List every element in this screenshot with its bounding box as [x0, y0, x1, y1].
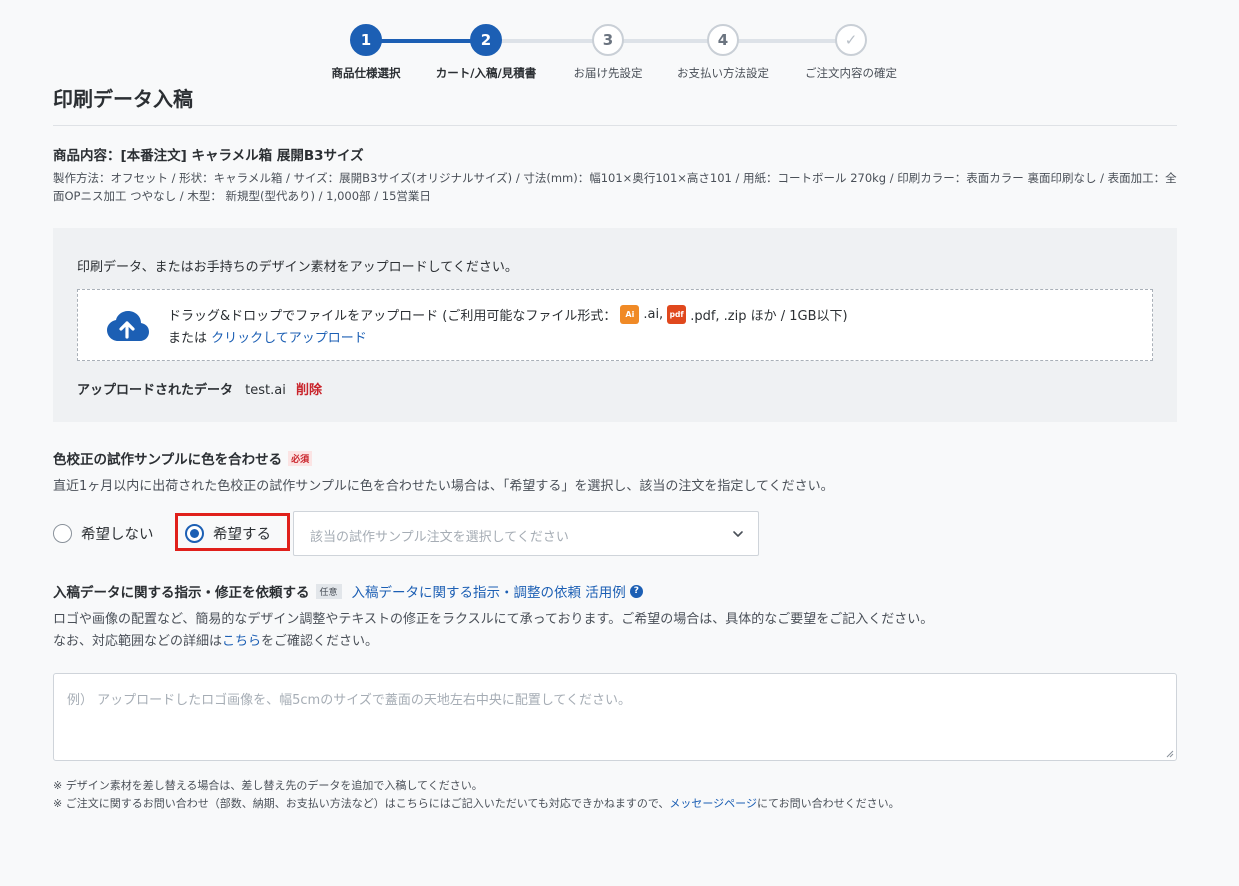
upload-panel: 印刷データ、またはお手持ちのデザイン素材をアップロードしてください。 ドラッグ&… [53, 228, 1177, 422]
textarea-placeholder: 例） アップロードしたロゴ画像を、幅5cmのサイズで蓋面の天地左右中央に配置して… [67, 693, 632, 708]
color-match-title-text: 色校正の試作サンプルに色を合わせる [53, 452, 283, 468]
dropzone-text: ドラッグ&ドロップでファイルをアップロード (ご利用可能なファイル形式： Ai … [168, 305, 848, 324]
step-number: 3 [592, 24, 624, 56]
uploaded-label: アップロードされたデータ [77, 383, 234, 398]
progress-stepper: 1 商品仕様選択 2 カート/入稿/見積書 3 お届け先設定 4 お支払い方法設… [0, 0, 1239, 90]
step-number: 4 [707, 24, 739, 56]
instructions-title-text: 入稿データに関する指示・修正を依頼する [53, 585, 310, 601]
file-dropzone[interactable]: ドラッグ&ドロップでファイルをアップロード (ご利用可能なファイル形式： Ai … [77, 289, 1153, 361]
details-link[interactable]: こちら [222, 634, 261, 649]
uploaded-file-row: アップロードされたデータ test.ai 削除 [77, 379, 322, 398]
step-1[interactable]: 1 商品仕様選択 [296, 24, 436, 81]
check-icon: ✓ [835, 24, 867, 56]
or-text: または [168, 331, 208, 346]
step-4: 4 お支払い方法設定 [653, 24, 793, 81]
instructions-title: 入稿データに関する指示・修正を依頼する 任意 入稿データに関する指示・調整の依頼… [53, 581, 643, 601]
resize-handle-icon[interactable] [1166, 750, 1174, 758]
step-label: お支払い方法設定 [677, 66, 769, 80]
cloud-upload-icon [107, 311, 149, 341]
required-badge: 必須 [288, 450, 313, 466]
color-match-title: 色校正の試作サンプルに色を合わせる 必須 [53, 448, 313, 468]
instructions-textarea[interactable]: 例） アップロードしたロゴ画像を、幅5cmのサイズで蓋面の天地左右中央に配置して… [53, 673, 1177, 761]
note-replace-material: ※ デザイン素材を差し替える場合は、差し替え先のデータを追加で入稿してください。 [53, 779, 483, 792]
product-spec: 製作方法：オフセット / 形状：キャラメル箱 / サイズ：展開B3サイズ(オリジ… [53, 171, 1177, 203]
step-label: カート/入稿/見積書 [435, 66, 537, 80]
note-pre: ※ ご注文に関するお問い合わせ（部数、納期、お支払い方法など）はこちらにはご記入… [53, 797, 670, 810]
step-2: 2 カート/入稿/見積書 [416, 24, 556, 81]
note-post: にてお問い合わせください。 [756, 797, 900, 810]
dropzone-click-row: または クリックしてアップロード [168, 327, 367, 346]
color-match-desc: 直近1ヶ月以内に出荷された色校正の試作サンプルに色を合わせたい場合は、「希望する… [53, 479, 834, 494]
instructions-detail-line: なお、対応範囲などの詳細はこちらをご確認ください。 [53, 630, 378, 649]
divider [53, 125, 1177, 126]
detail-pre: なお、対応範囲などの詳細は [53, 634, 223, 649]
drop-instruction: ドラッグ&ドロップでファイルをアップロード (ご利用可能なファイル形式： [168, 309, 617, 324]
instructions-desc: ロゴや画像の配置など、簡易的なデザイン調整やテキストの修正をラクスルにて承ってお… [53, 612, 934, 627]
note-inquiries: ※ ご注文に関するお問い合わせ（部数、納期、お支払い方法など）はこちらにはご記入… [53, 795, 900, 811]
chevron-down-icon [733, 531, 743, 537]
step-confirm: ✓ ご注文内容の確定 [781, 24, 921, 81]
detail-post: をご確認ください。 [261, 634, 379, 649]
click-upload-link[interactable]: クリックしてアップロード [211, 331, 367, 346]
step-number: 1 [350, 24, 382, 56]
delete-file-link[interactable]: 削除 [296, 383, 322, 398]
page-title: 印刷データ入稿 [53, 87, 193, 111]
selection-highlight-box [175, 513, 290, 551]
pdf-file-icon: pdf [667, 305, 687, 324]
step-number: 2 [470, 24, 502, 56]
optional-badge: 任意 [315, 583, 342, 599]
usage-example-link[interactable]: 入稿データに関する指示・調整の依頼 活用例 [352, 581, 626, 601]
select-placeholder: 該当の試作サンプル注文を選択してください [310, 530, 569, 545]
upload-intro: 印刷データ、またはお手持ちのデザイン素材をアップロードしてください。 [77, 260, 518, 275]
message-page-link[interactable]: メッセージページ [669, 797, 757, 810]
radio-label: 希望しない [81, 527, 154, 543]
question-icon[interactable]: ? [629, 584, 643, 598]
sample-order-select[interactable]: 該当の試作サンプル注文を選択してください [293, 511, 759, 556]
radio-not-wanted[interactable]: 希望しない [53, 523, 154, 544]
uploaded-filename: test.ai [245, 383, 286, 398]
product-title: 商品内容：[本番注文] キャラメル箱 展開B3サイズ [53, 148, 364, 164]
step-label: ご注文内容の確定 [805, 66, 897, 80]
other-extensions: .pdf, .zip ほか / 1GB以下) [690, 309, 848, 324]
step-label: 商品仕様選択 [331, 66, 401, 80]
ai-extension: .ai, [643, 307, 664, 322]
ai-file-icon: Ai [620, 305, 640, 324]
radio-circle[interactable] [53, 524, 72, 543]
